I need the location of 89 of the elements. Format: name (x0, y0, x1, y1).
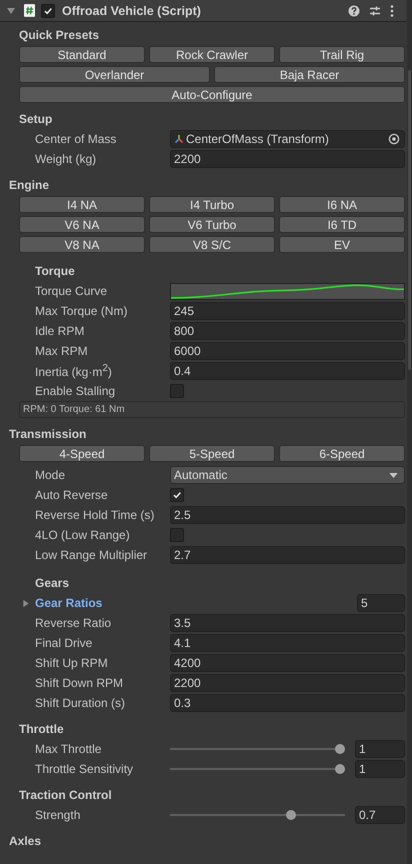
number-field[interactable]: 6000 (170, 342, 405, 360)
check-icon (172, 490, 182, 500)
checkbox[interactable] (170, 384, 184, 398)
field-label: Auto Reverse (35, 488, 109, 502)
number-field[interactable]: 0.7 (355, 806, 405, 824)
field-label: Weight (kg) (35, 152, 98, 166)
slider-thumb[interactable] (286, 810, 296, 820)
section-heading: Traction Control (19, 788, 112, 802)
foldout-label[interactable]: Gear Ratios (35, 596, 102, 610)
section-heading: Transmission (9, 427, 86, 441)
preset-button[interactable]: 4-Speed (19, 445, 145, 462)
section-heading: Quick Presets (19, 28, 100, 42)
preset-button[interactable]: V8 NA (19, 236, 145, 253)
settings-sliders-icon[interactable] (369, 4, 381, 16)
caret-icon (389, 472, 398, 478)
preset-button[interactable]: Rock Crawler (149, 46, 275, 63)
number-field[interactable]: 2200 (170, 674, 405, 692)
section-heading: Setup (19, 112, 52, 126)
number-field[interactable]: 1 (355, 740, 405, 758)
section-heading: Axles (9, 834, 42, 848)
collapse-arrow-icon[interactable] (6, 6, 16, 16)
number-field[interactable]: 2200 (170, 150, 405, 168)
preset-button[interactable]: I4 NA (19, 196, 145, 213)
array-size-field[interactable]: 5 (357, 594, 405, 612)
preset-button[interactable]: Standard (19, 46, 145, 63)
preset-button[interactable]: 5-Speed (149, 445, 275, 462)
field-label: Throttle Sensitivity (35, 762, 134, 776)
transform-icon (174, 134, 184, 144)
field-label: Max RPM (35, 344, 89, 358)
number-field[interactable]: 3.5 (170, 614, 405, 632)
object-picker-icon[interactable] (388, 133, 400, 145)
number-field[interactable]: 0.4 (170, 362, 405, 380)
number-field[interactable]: 245 (170, 302, 405, 320)
field-label: Strength (35, 808, 82, 822)
preset-button[interactable]: V6 Turbo (149, 216, 275, 233)
info-box: RPM: 0 Torque: 61 Nm (19, 401, 405, 418)
slider-thumb[interactable] (335, 744, 345, 754)
field-label: Max Throttle (35, 742, 102, 756)
field-label: Shift Down RPM (35, 676, 124, 690)
number-field[interactable]: 0.3 (170, 694, 405, 712)
field-label: Inertia (kg·m$^{2}$) (35, 363, 113, 379)
object-field[interactable]: CenterOfMass (Transform) (170, 130, 405, 148)
curve-field[interactable] (170, 282, 405, 300)
number-field[interactable]: 1 (355, 760, 405, 778)
section-heading: Engine (9, 178, 50, 192)
number-field[interactable]: 4.1 (170, 634, 405, 652)
preset-button[interactable]: 6-Speed (279, 445, 405, 462)
preset-button[interactable]: Overlander (19, 66, 210, 83)
number-field[interactable]: 2.5 (170, 506, 405, 524)
scrollbar[interactable] (407, 0, 412, 864)
number-field[interactable]: 800 (170, 322, 405, 340)
number-field[interactable]: 4200 (170, 654, 405, 672)
field-label: Shift Duration (s) (35, 696, 126, 710)
check-icon (43, 6, 53, 16)
help-icon[interactable] (348, 4, 360, 16)
expand-arrow-icon[interactable] (22, 598, 30, 608)
preset-button[interactable]: I6 TD (279, 216, 405, 233)
preset-button[interactable]: Baja Racer (214, 66, 405, 83)
preset-button[interactable]: Trail Rig (279, 46, 405, 63)
preset-button[interactable]: Auto-Configure (19, 86, 405, 103)
script-file-icon (24, 4, 35, 17)
enabled-checkbox[interactable] (41, 4, 55, 18)
field-label: Final Drive (35, 636, 94, 650)
preset-button[interactable]: V6 NA (19, 216, 145, 233)
field-label: Center of Mass (35, 132, 118, 146)
section-heading: Throttle (19, 722, 64, 736)
field-label: Shift Up RPM (35, 656, 109, 670)
section-heading: Gears (35, 576, 70, 590)
slider-thumb[interactable] (335, 764, 345, 774)
component-title: Offroad Vehicle (Script) (62, 4, 201, 18)
dropdown[interactable]: Automatic (170, 466, 405, 484)
field-label: Max Torque (Nm) (35, 304, 128, 318)
preset-button[interactable]: EV (279, 236, 405, 253)
field-label: Torque Curve (35, 284, 108, 298)
field-label: 4LO (Low Range) (35, 528, 131, 542)
checkbox[interactable] (170, 528, 184, 542)
field-label: Reverse Hold Time (s) (35, 508, 156, 522)
preset-button[interactable]: V8 S/C (149, 236, 275, 253)
preset-button[interactable]: I4 Turbo (149, 196, 275, 213)
field-label: Reverse Ratio (35, 616, 112, 630)
field-label: Low Range Multiplier (35, 548, 148, 562)
field-label: Idle RPM (35, 324, 86, 338)
checkbox[interactable] (170, 488, 184, 502)
section-heading: Torque (35, 264, 75, 278)
field-label: Mode (35, 468, 66, 482)
number-field[interactable]: 2.7 (170, 546, 405, 564)
field-label: Enable Stalling (35, 384, 116, 398)
more-menu-icon[interactable] (390, 4, 394, 16)
preset-button[interactable]: I6 NA (279, 196, 405, 213)
